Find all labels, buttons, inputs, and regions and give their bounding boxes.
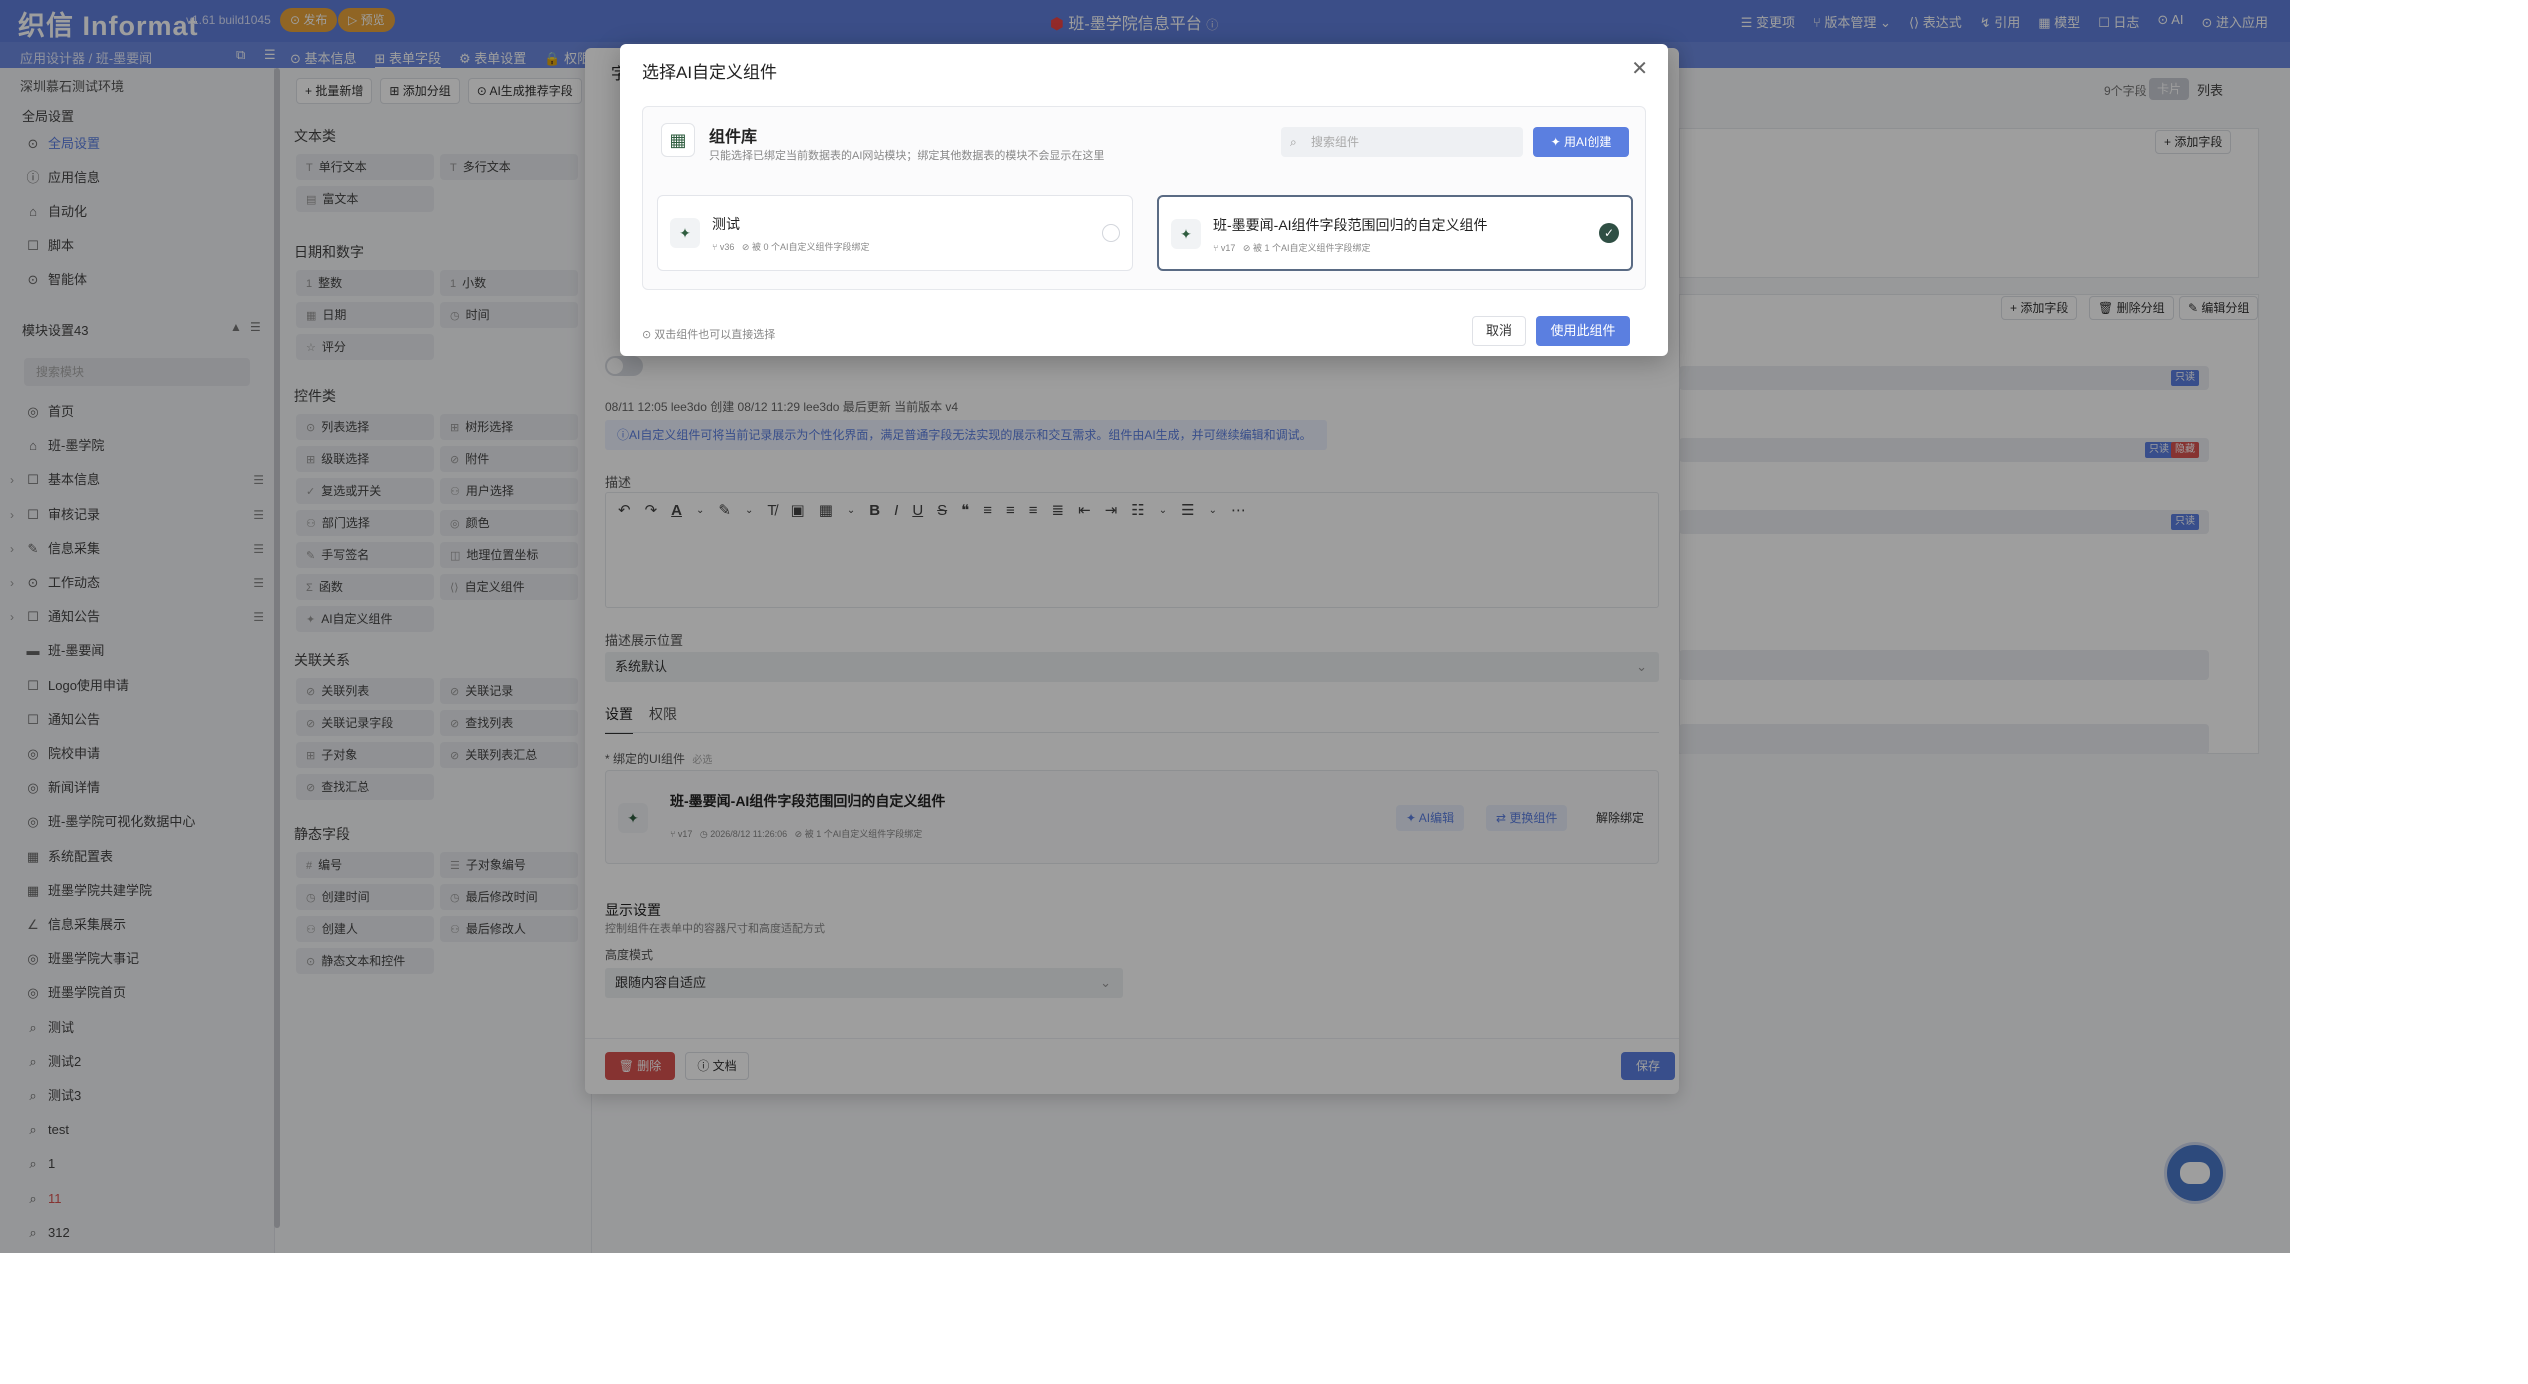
component-name: 测试 xyxy=(712,216,740,232)
library-description: 只能选择已绑定当前数据表的AI网站模块；绑定其他数据表的模块不会显示在这里 xyxy=(709,150,1105,162)
component-card[interactable]: ✦ 测试 ⑂ v36 ⊘ 被 0 个AI自定义组件字段绑定 xyxy=(657,195,1133,271)
cancel-button[interactable]: 取消 xyxy=(1472,316,1526,346)
select-radio[interactable] xyxy=(1102,224,1120,242)
grid-icon: ▦ xyxy=(661,123,695,157)
library-title: 组件库 xyxy=(709,129,758,146)
component-card-selected[interactable]: ✦ 班-墨要闻-AI组件字段范围回归的自定义组件 ⑂ v17 ⊘ 被 1 个AI… xyxy=(1157,195,1633,271)
component-library: ▦ 组件库 只能选择已绑定当前数据表的AI网站模块；绑定其他数据表的模块不会显示… xyxy=(642,106,1646,290)
search-icon: ⌕ xyxy=(1290,135,1297,149)
search-placeholder: 搜索组件 xyxy=(1311,135,1360,149)
sparkle-icon: ✦ xyxy=(670,218,700,248)
app-window: 织信 Informat v1.61 build1045 ⊙ 发布 ▷ 预览 ⬢ … xyxy=(0,0,2290,1253)
component-meta: ⑂ v36 ⊘ 被 0 个AI自定义组件字段绑定 xyxy=(712,242,870,252)
check-icon[interactable]: ✓ xyxy=(1599,223,1619,243)
ai-create-button[interactable]: ✦ 用AI创建 xyxy=(1533,127,1629,157)
sparkle-icon: ✦ xyxy=(1171,219,1201,249)
double-click-hint: ⊙ 双击组件也可以直接选择 xyxy=(642,329,776,341)
component-name: 班-墨要闻-AI组件字段范围回归的自定义组件 xyxy=(1213,217,1488,233)
modal-title: 选择AI自定义组件 xyxy=(642,63,778,82)
close-icon[interactable]: ✕ xyxy=(1631,56,1648,81)
component-meta: ⑂ v17 ⊘ 被 1 个AI自定义组件字段绑定 xyxy=(1213,243,1371,253)
select-ai-component-modal: 选择AI自定义组件 ✕ ▦ 组件库 只能选择已绑定当前数据表的AI网站模块；绑定… xyxy=(620,44,1668,356)
use-component-button[interactable]: 使用此组件 xyxy=(1536,316,1630,346)
component-search-input[interactable]: ⌕ 搜索组件 xyxy=(1281,127,1523,157)
